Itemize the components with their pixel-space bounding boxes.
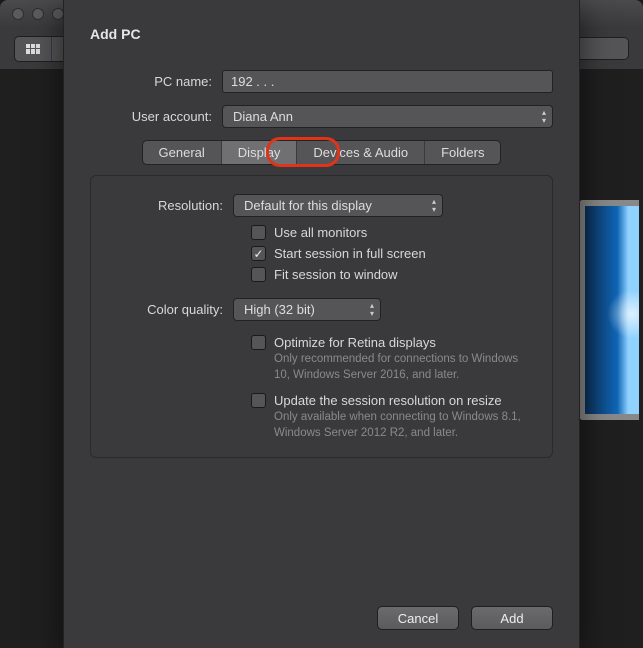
add-pc-sheet: Add PC PC name: User account: Diana Ann … [63, 0, 580, 648]
stepper-icon: ▴▾ [432, 198, 436, 214]
pc-name-input[interactable] [222, 70, 553, 93]
settings-tabs: General Display Devices & Audio Folders [90, 140, 553, 165]
pc-name-label: PC name: [90, 74, 222, 89]
user-account-value: Diana Ann [233, 109, 293, 124]
optimize-retina-checkbox[interactable] [251, 335, 266, 350]
start-fullscreen-label: Start session in full screen [274, 246, 426, 261]
user-account-select[interactable]: Diana Ann ▴▾ [222, 105, 553, 128]
display-panel: Resolution: Default for this display ▴▾ … [90, 175, 553, 458]
tab-folders[interactable]: Folders [424, 141, 500, 164]
grid-view-button[interactable] [15, 37, 51, 61]
fit-window-checkbox[interactable] [251, 267, 266, 282]
add-button[interactable]: Add [471, 606, 553, 630]
tab-general[interactable]: General [143, 141, 221, 164]
update-resize-checkbox[interactable] [251, 393, 266, 408]
stepper-icon: ▴▾ [542, 109, 546, 125]
color-quality-select[interactable]: High (32 bit) ▴▾ [233, 298, 381, 321]
update-resize-hint: Only available when connecting to Window… [274, 410, 534, 441]
close-icon[interactable] [12, 8, 24, 20]
optimize-retina-label: Optimize for Retina displays [274, 335, 534, 350]
grid-icon [26, 44, 40, 54]
user-account-label: User account: [90, 109, 222, 124]
window-controls [12, 8, 64, 20]
start-fullscreen-checkbox[interactable] [251, 246, 266, 261]
use-all-monitors-label: Use all monitors [274, 225, 367, 240]
desktop-thumbnail[interactable] [579, 200, 639, 420]
tab-devices-audio[interactable]: Devices & Audio [296, 141, 424, 164]
stepper-icon: ▴▾ [370, 302, 374, 318]
tab-display[interactable]: Display [221, 141, 297, 164]
sheet-footer: Cancel Add [377, 606, 553, 630]
color-quality-value: High (32 bit) [244, 302, 315, 317]
use-all-monitors-checkbox[interactable] [251, 225, 266, 240]
resolution-value: Default for this display [244, 198, 372, 213]
resolution-label: Resolution: [109, 198, 233, 213]
update-resize-label: Update the session resolution on resize [274, 393, 534, 408]
sheet-title: Add PC [90, 26, 553, 42]
minimize-icon[interactable] [32, 8, 44, 20]
resolution-select[interactable]: Default for this display ▴▾ [233, 194, 443, 217]
fit-window-label: Fit session to window [274, 267, 398, 282]
app-window: Microsoft Remote Desktop ✱ ⌄ ＋ ⌄ PCs Wor… [0, 0, 643, 648]
optimize-retina-hint: Only recommended for connections to Wind… [274, 352, 534, 383]
color-quality-label: Color quality: [109, 302, 233, 317]
cancel-button[interactable]: Cancel [377, 606, 459, 630]
